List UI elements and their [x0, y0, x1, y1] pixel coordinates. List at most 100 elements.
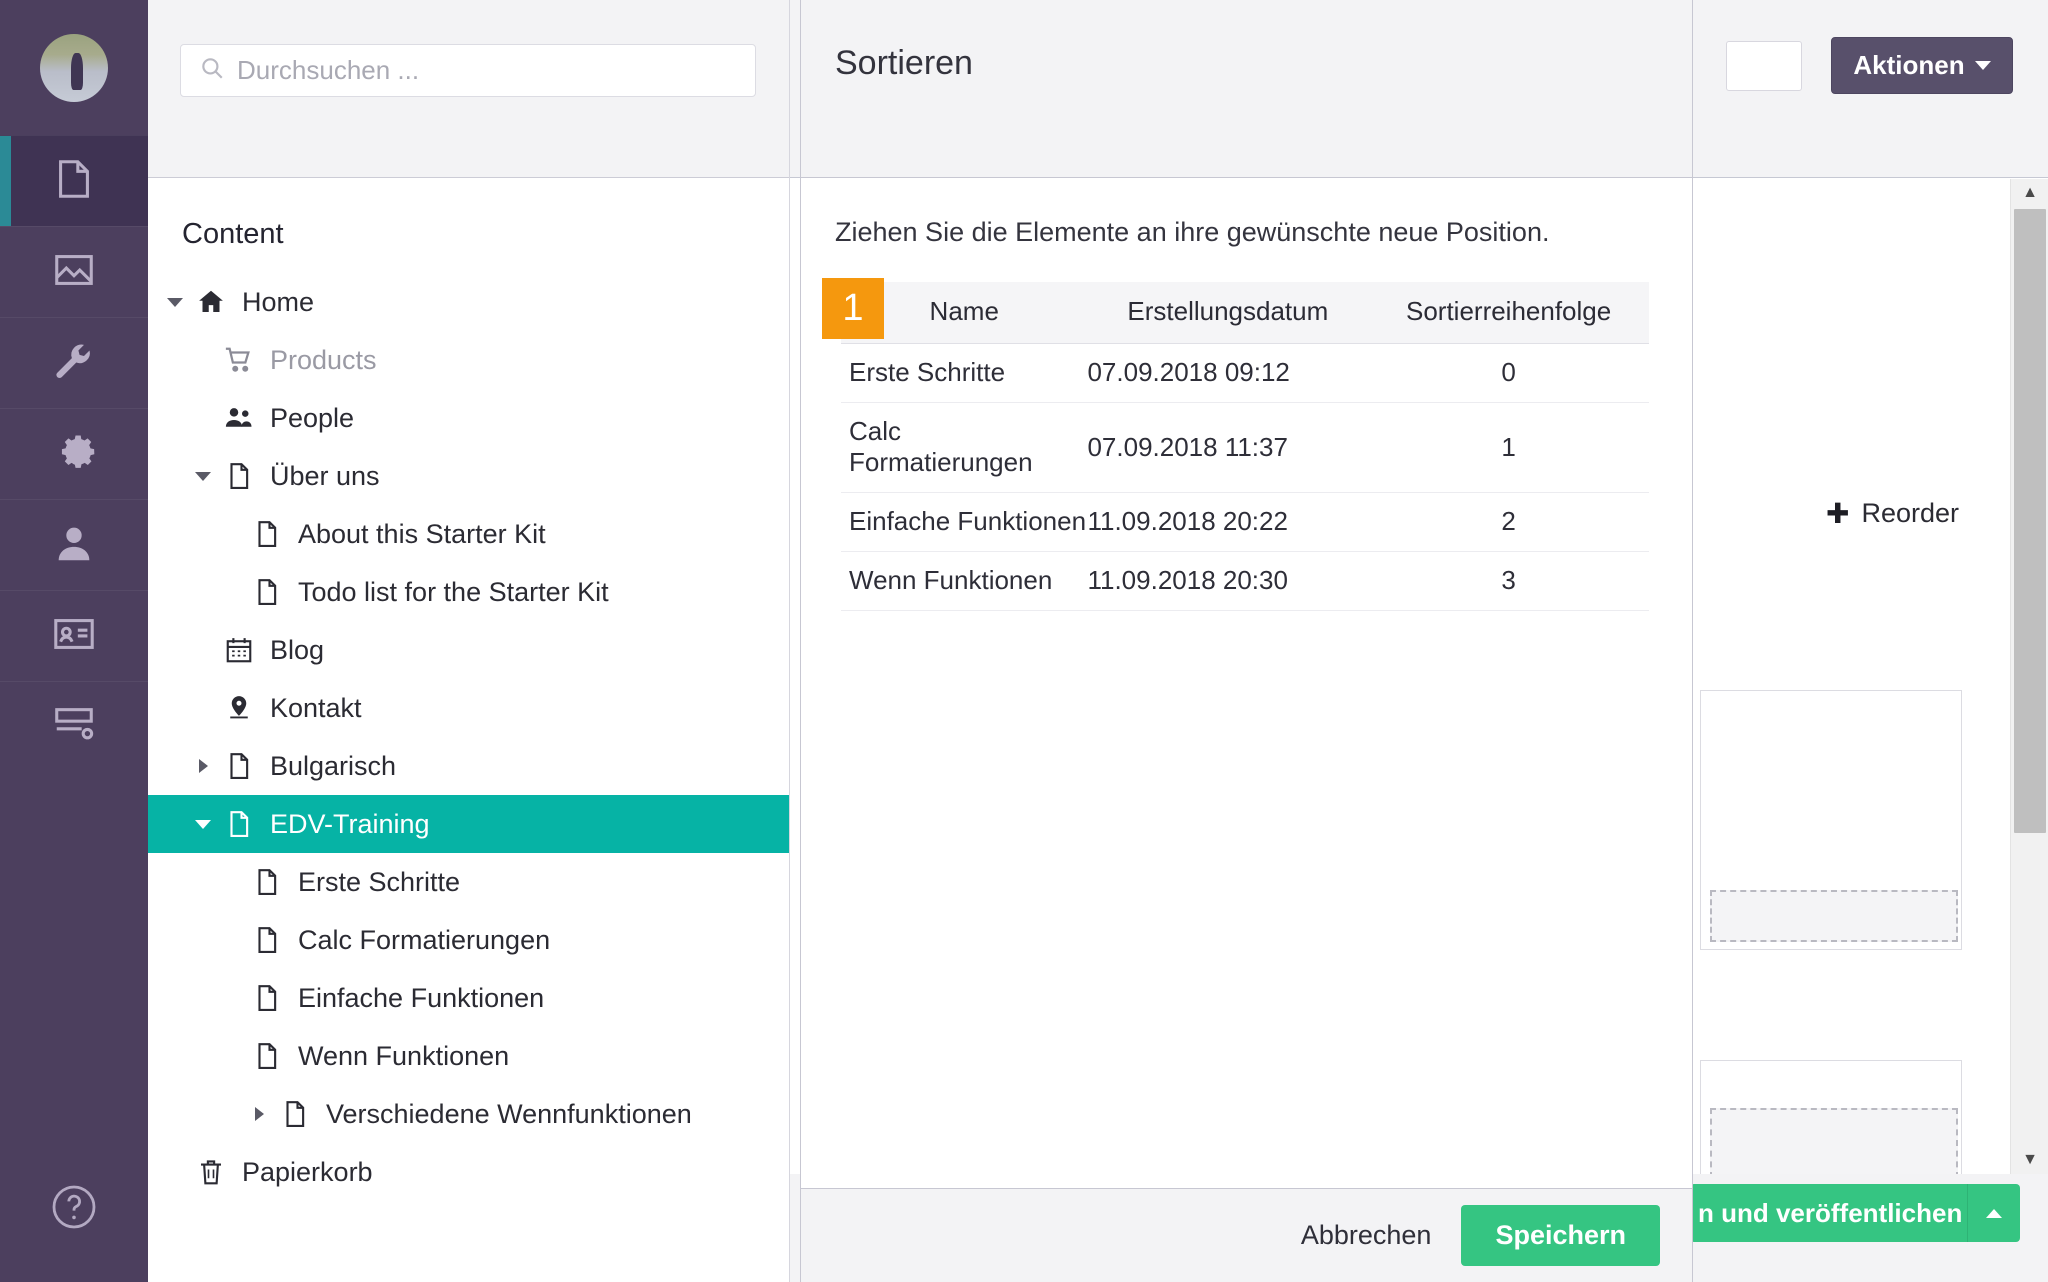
save-and-publish-label: n und veröffentlichen	[1698, 1197, 1963, 1228]
tree-node-kontakt[interactable]: Kontakt	[148, 679, 789, 737]
rail-item-content[interactable]	[0, 135, 148, 226]
sort-table-body: Erste Schritte 07.09.2018 09:12 0 Calc Form…	[841, 343, 1649, 611]
doc-icon	[216, 461, 262, 491]
avatar[interactable]	[40, 33, 108, 102]
tree-node-verschiedene-wennfunktionen[interactable]: Verschiedene Wennfunktionen	[148, 1085, 789, 1143]
tree-node-label: Über uns	[270, 460, 380, 491]
page-scrollbar[interactable]: ▲ ▼	[2010, 179, 2048, 1174]
content-tree-panel: Content Home Products People Über uns About …	[148, 0, 790, 1282]
rail-item-media[interactable]	[0, 226, 148, 317]
save-button[interactable]: Speichern	[1461, 1205, 1660, 1266]
tree-node-todo-list-for-the-starter-kit[interactable]: Todo list for the Starter Kit	[148, 563, 789, 621]
doc-icon	[216, 809, 262, 839]
reorder-label: Reorder	[1861, 498, 1960, 528]
tree-node-label: People	[270, 402, 355, 433]
save-and-publish-button[interactable]: n und veröffentlichen	[1690, 1184, 2020, 1242]
tree-node-calc-formatierungen[interactable]: Calc Formatierungen	[148, 911, 789, 969]
tree-node-edv-training[interactable]: EDV-Training	[148, 795, 789, 853]
scrollbar-thumb[interactable]	[2014, 209, 2046, 833]
sort-row-name[interactable]: Einfache Funktionen	[841, 492, 1088, 552]
chevron-right-icon[interactable]	[190, 759, 216, 773]
doc-icon	[244, 867, 290, 897]
sort-row-order[interactable]: 2	[1368, 492, 1649, 552]
sort-row-order[interactable]: 3	[1368, 551, 1649, 611]
cancel-button[interactable]: Abbrechen	[1295, 1219, 1438, 1252]
tree-node-papierkorb[interactable]: Papierkorb	[148, 1143, 789, 1201]
tree-node-people[interactable]: People	[148, 389, 789, 447]
app-navigation-rail	[0, 0, 148, 1282]
forms-icon	[51, 702, 97, 753]
tree-node-products[interactable]: Products	[148, 331, 789, 389]
rail-item-forms[interactable]	[0, 681, 148, 772]
tree-node-label: About this Starter Kit	[298, 518, 546, 549]
tree-node-label: Bulgarisch	[270, 750, 397, 781]
sort-dialog-header: Sortieren	[801, 0, 1692, 178]
tree-node-wenn-funktionen[interactable]: Wenn Funktionen	[148, 1027, 789, 1085]
search-icon	[181, 55, 235, 86]
sort-table: Name Erstellungsdatum Sortierreihenfolge…	[841, 282, 1649, 611]
tree-node-about-this-starter-kit[interactable]: About this Starter Kit	[148, 505, 789, 563]
scroll-down-arrow[interactable]: ▼	[2011, 1148, 2048, 1172]
column-header-created[interactable]: Erstellungsdatum	[1087, 282, 1369, 344]
table-row[interactable]: Einfache Funktionen 11.09.2018 20:22 2	[841, 492, 1649, 552]
actions-button[interactable]: Aktionen	[1831, 37, 2013, 94]
sort-row-name[interactable]: Wenn Funktionen	[841, 551, 1088, 611]
table-row[interactable]: Calc Formatierungen 07.09.2018 11:37 1	[841, 402, 1649, 493]
sort-row-created[interactable]: 11.09.2018 20:30	[1087, 551, 1369, 611]
trash-icon	[188, 1157, 234, 1187]
scroll-up-arrow[interactable]: ▲	[2011, 181, 2048, 205]
sort-row-created[interactable]: 11.09.2018 20:22	[1087, 492, 1369, 552]
tree-node-label: Papierkorb	[242, 1156, 373, 1187]
table-row[interactable]: Wenn Funktionen 11.09.2018 20:30 3	[841, 551, 1649, 611]
chevron-down-icon[interactable]	[190, 471, 216, 481]
rail-item-developer[interactable]	[0, 408, 148, 499]
chevron-right-icon[interactable]	[246, 1107, 272, 1121]
doc-icon	[244, 925, 290, 955]
column-header-order[interactable]: Sortierreihenfolge	[1368, 282, 1649, 344]
chevron-down-icon	[1974, 61, 1991, 70]
background-dropzone-lower	[1710, 1108, 1958, 1178]
rail-item-members[interactable]	[0, 590, 148, 681]
map-pin-icon	[216, 693, 262, 723]
tree-node-ber-uns[interactable]: Über uns	[148, 447, 789, 505]
gear-icon	[51, 429, 97, 480]
rail-item-settings[interactable]	[0, 317, 148, 408]
sort-table-head: Name Erstellungsdatum Sortierreihenfolge	[841, 282, 1649, 344]
sort-row-created[interactable]: 07.09.2018 11:37	[1087, 402, 1369, 493]
tree-node-label: Products	[270, 344, 377, 375]
tree-node-label: Einfache Funktionen	[298, 982, 545, 1013]
table-row[interactable]: Erste Schritte 07.09.2018 09:12 0	[841, 343, 1649, 403]
publish-split-toggle[interactable]	[1967, 1184, 2020, 1242]
search-input[interactable]	[235, 54, 755, 87]
tree-node-bulgarisch[interactable]: Bulgarisch	[148, 737, 789, 795]
tree-node-einfache-funktionen[interactable]: Einfache Funktionen	[148, 969, 789, 1027]
doc-icon	[244, 983, 290, 1013]
content-tree: Home Products People Über uns About this Sta…	[148, 273, 789, 1201]
help-button[interactable]	[0, 1183, 148, 1236]
tree-node-blog[interactable]: Blog	[148, 621, 789, 679]
doc-icon	[244, 577, 290, 607]
sort-row-order[interactable]: 1	[1368, 402, 1649, 493]
tree-node-erste-schritte[interactable]: Erste Schritte	[148, 853, 789, 911]
sort-row-name[interactable]: Erste Schritte	[841, 343, 1088, 403]
avatar-container[interactable]	[0, 0, 148, 135]
table-header-row: Name Erstellungsdatum Sortierreihenfolge	[841, 282, 1649, 344]
user-icon	[51, 520, 97, 571]
background-dropzone-upper	[1710, 890, 1958, 942]
search-box[interactable]	[180, 44, 756, 97]
node-name-field[interactable]	[1726, 41, 1802, 91]
sort-dialog-footer: Abbrechen Speichern	[801, 1188, 1692, 1282]
media-image-icon	[51, 247, 97, 298]
sort-row-order[interactable]: 0	[1368, 343, 1649, 403]
tree-node-label: Kontakt	[270, 692, 362, 723]
sort-row-created[interactable]: 07.09.2018 09:12	[1087, 343, 1369, 403]
tree-node-home[interactable]: Home	[148, 273, 789, 331]
rail-item-users[interactable]	[0, 499, 148, 590]
reorder-button[interactable]: ✚ Reorder	[1826, 498, 1959, 529]
chevron-down-icon[interactable]	[190, 819, 216, 829]
tree-node-label: Wenn Funktionen	[298, 1040, 510, 1071]
member-card-icon	[51, 611, 97, 662]
chevron-up-icon	[1986, 1208, 2002, 1218]
sort-row-name[interactable]: Calc Formatierungen	[841, 402, 1088, 493]
chevron-down-icon[interactable]	[162, 297, 188, 307]
